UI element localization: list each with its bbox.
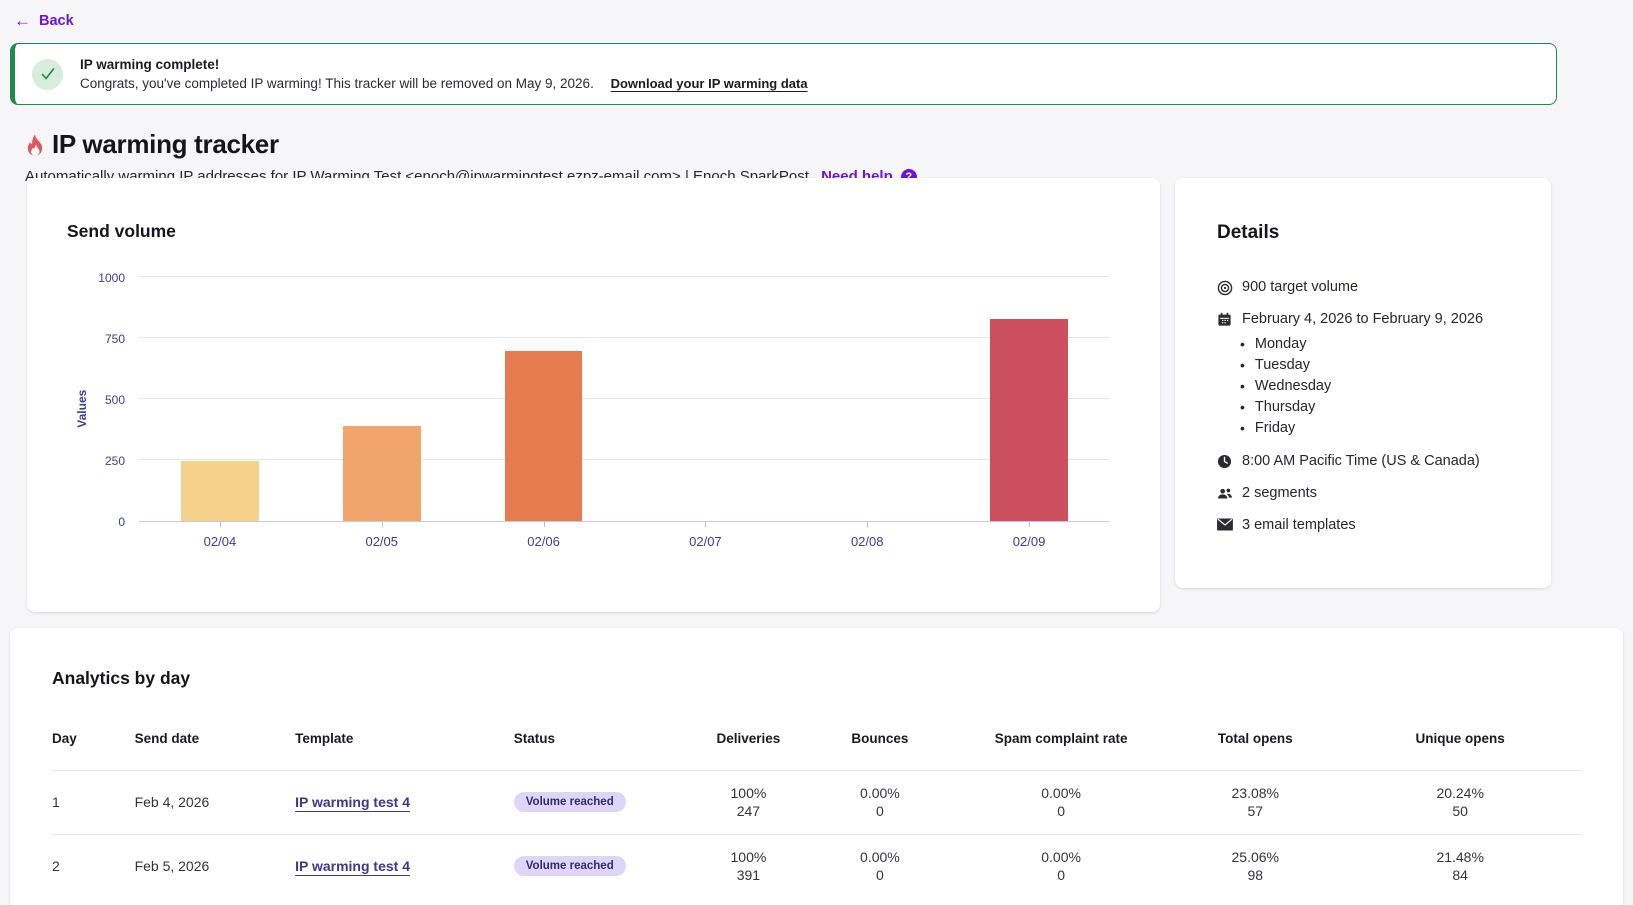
send-days-list: MondayTuesdayWednesdayThursdayFriday [1240,333,1521,438]
day-cell: 2 [52,834,135,897]
send-volume-card: Send volume Values 02505007501000 02/040… [27,178,1160,612]
detail-text: 2 segments [1242,485,1317,501]
users-icon [1217,486,1233,502]
detail-item: 8:00 AM Pacific Time (US & Canada) [1217,453,1521,470]
column-header: Total opens [1171,723,1339,771]
x-tick-label: 02/05 [365,534,398,549]
back-button[interactable]: ← Back [14,12,74,29]
x-tick-label: 02/07 [689,534,722,549]
send-day-item: Friday [1240,417,1521,438]
clock-icon [1217,454,1233,470]
metric-cell: 100%247 [688,771,809,835]
detail-text: 8:00 AM Pacific Time (US & Canada) [1242,453,1480,469]
column-header: Unique opens [1339,723,1581,771]
bar-02/06[interactable] [505,351,583,521]
column-header: Day [52,723,135,771]
metric-cell: 20.24%50 [1339,771,1581,835]
table-header-row: DaySend dateTemplateStatusDeliveriesBoun… [52,723,1581,771]
column-header: Template [295,723,514,771]
metric-cell: 0.00%0 [951,834,1171,897]
x-tick-label: 02/08 [851,534,884,549]
chart-plot-area [139,278,1110,522]
column-header: Status [514,723,688,771]
column-header: Bounces [809,723,951,771]
flame-icon [25,133,45,157]
banner-title: IP warming complete! [80,57,808,72]
column-header: Deliveries [688,723,809,771]
day-cell: 1 [52,771,135,835]
x-tick-label: 02/04 [204,534,237,549]
y-tick-label: 1000 [98,271,125,285]
status-badge: Volume reached [514,792,626,812]
target-icon [1217,280,1233,296]
y-tick-label: 750 [105,332,125,346]
send-volume-title: Send volume [27,178,1160,242]
details-card: Details 900 target volume February 4, 202… [1175,178,1551,588]
column-header: Send date [135,723,296,771]
y-tick-label: 250 [105,454,125,468]
metric-cell: 23.08%57 [1171,771,1339,835]
envelope-icon [1217,518,1233,534]
bar-02/09[interactable] [990,319,1068,521]
metric-cell: 21.48%84 [1339,834,1581,897]
back-label: Back [39,13,74,29]
y-tick-label: 0 [118,515,125,529]
send-date-cell: Feb 4, 2026 [135,771,296,835]
analytics-card: Analytics by day DaySend dateTemplateSta… [10,628,1623,905]
page-title: IP warming tracker [52,129,279,160]
metric-cell: 0.00%0 [951,771,1171,835]
metric-cell: 100%391 [688,834,809,897]
metric-cell: 0.00%0 [809,834,951,897]
banner-text: IP warming complete! Congrats, you've co… [80,57,808,91]
table-row: 1Feb 4, 2026IP warming test 4 Volume reac… [52,771,1581,835]
send-volume-chart: Values 02505007501000 02/0402/0502/0602/… [67,278,1110,551]
x-tick-label: 02/06 [527,534,560,549]
bar-02/05[interactable] [343,426,421,521]
top-bar: ← Back [0,0,1633,41]
detail-text: 3 email templates [1242,517,1356,533]
detail-text: 900 target volume [1242,279,1358,295]
table-row: 2Feb 5, 2026IP warming test 4 Volume reac… [52,834,1581,897]
download-warming-data-link[interactable]: Download your IP warming data [611,76,808,91]
detail-item: 3 email templates [1217,517,1521,534]
send-day-item: Wednesday [1240,375,1521,396]
detail-text: February 4, 2026 to February 9, 2026 [1242,311,1483,327]
send-day-item: Tuesday [1240,354,1521,375]
x-tick-label: 02/09 [1013,534,1046,549]
detail-item: February 4, 2026 to February 9, 2026 [1217,311,1521,328]
metric-cell: 25.06%98 [1171,834,1339,897]
send-date-cell: Feb 5, 2026 [135,834,296,897]
detail-item: 2 segments [1217,485,1521,502]
analytics-table: DaySend dateTemplateStatusDeliveriesBoun… [52,723,1581,898]
bar-02/04[interactable] [181,461,259,521]
ip-warming-complete-banner: IP warming complete! Congrats, you've co… [10,43,1557,105]
detail-item: 900 target volume [1217,279,1521,296]
x-axis-labels: 02/04 02/05 02/06 02/07 02/08 02/09 [139,522,1110,551]
calendar-icon [1217,312,1233,328]
template-link[interactable]: IP warming test 4 [295,858,410,874]
y-tick-label: 500 [105,393,125,407]
y-axis-ticks: 02505007501000 [67,278,139,522]
left-arrow-icon: ← [14,12,31,29]
page-header: IP warming tracker Automatically warming… [0,105,1633,185]
send-day-item: Monday [1240,333,1521,354]
details-list: 900 target volume February 4, 2026 to Feb… [1175,244,1551,534]
banner-message: Congrats, you've completed IP warming! T… [80,76,808,91]
analytics-title: Analytics by day [10,628,1623,689]
column-header: Spam complaint rate [951,723,1171,771]
details-title: Details [1175,178,1551,244]
metric-cell: 0.00%0 [809,771,951,835]
send-day-item: Thursday [1240,396,1521,417]
status-badge: Volume reached [514,856,626,876]
check-circle-icon [32,59,63,90]
template-link[interactable]: IP warming test 4 [295,794,410,810]
